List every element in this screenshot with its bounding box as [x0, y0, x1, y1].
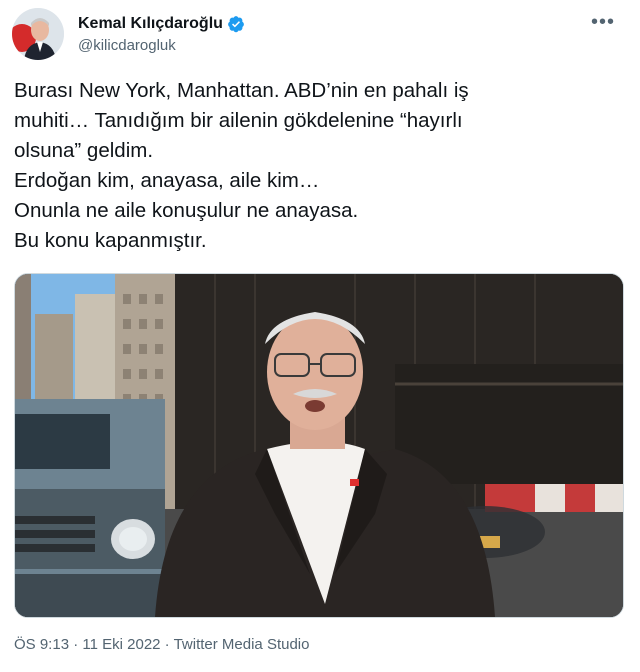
meta-separator: · — [69, 636, 83, 653]
tweet-media-video[interactable] — [14, 273, 624, 618]
display-name-text: Kemal Kılıçdaroğlu — [78, 15, 223, 32]
tweet-time[interactable]: ÖS 9:13 — [14, 636, 69, 653]
verified-badge-icon — [228, 16, 244, 33]
profile-photo-icon — [12, 8, 64, 60]
tweet-text: Burası New York, Manhattan. ABD’nin en p… — [14, 79, 469, 252]
author-names: Kemal Kılıçdaroğlu @kilicdarogluk — [78, 14, 245, 56]
tweet-meta: ÖS 9:13 · 11 Eki 2022 · Twitter Media St… — [14, 636, 309, 653]
author-handle[interactable]: @kilicdarogluk — [78, 36, 245, 56]
author-avatar[interactable] — [12, 8, 64, 60]
video-still-image — [15, 274, 623, 617]
tweet-header: Kemal Kılıçdaroğlu @kilicdarogluk ••• — [12, 8, 628, 64]
tweet-date[interactable]: 11 Eki 2022 — [82, 636, 160, 653]
author-display-name[interactable]: Kemal Kılıçdaroğlu — [78, 14, 245, 34]
meta-separator: · — [160, 636, 174, 653]
more-horizontal-icon[interactable]: ••• — [586, 12, 620, 36]
tweet-source[interactable]: Twitter Media Studio — [174, 636, 310, 653]
